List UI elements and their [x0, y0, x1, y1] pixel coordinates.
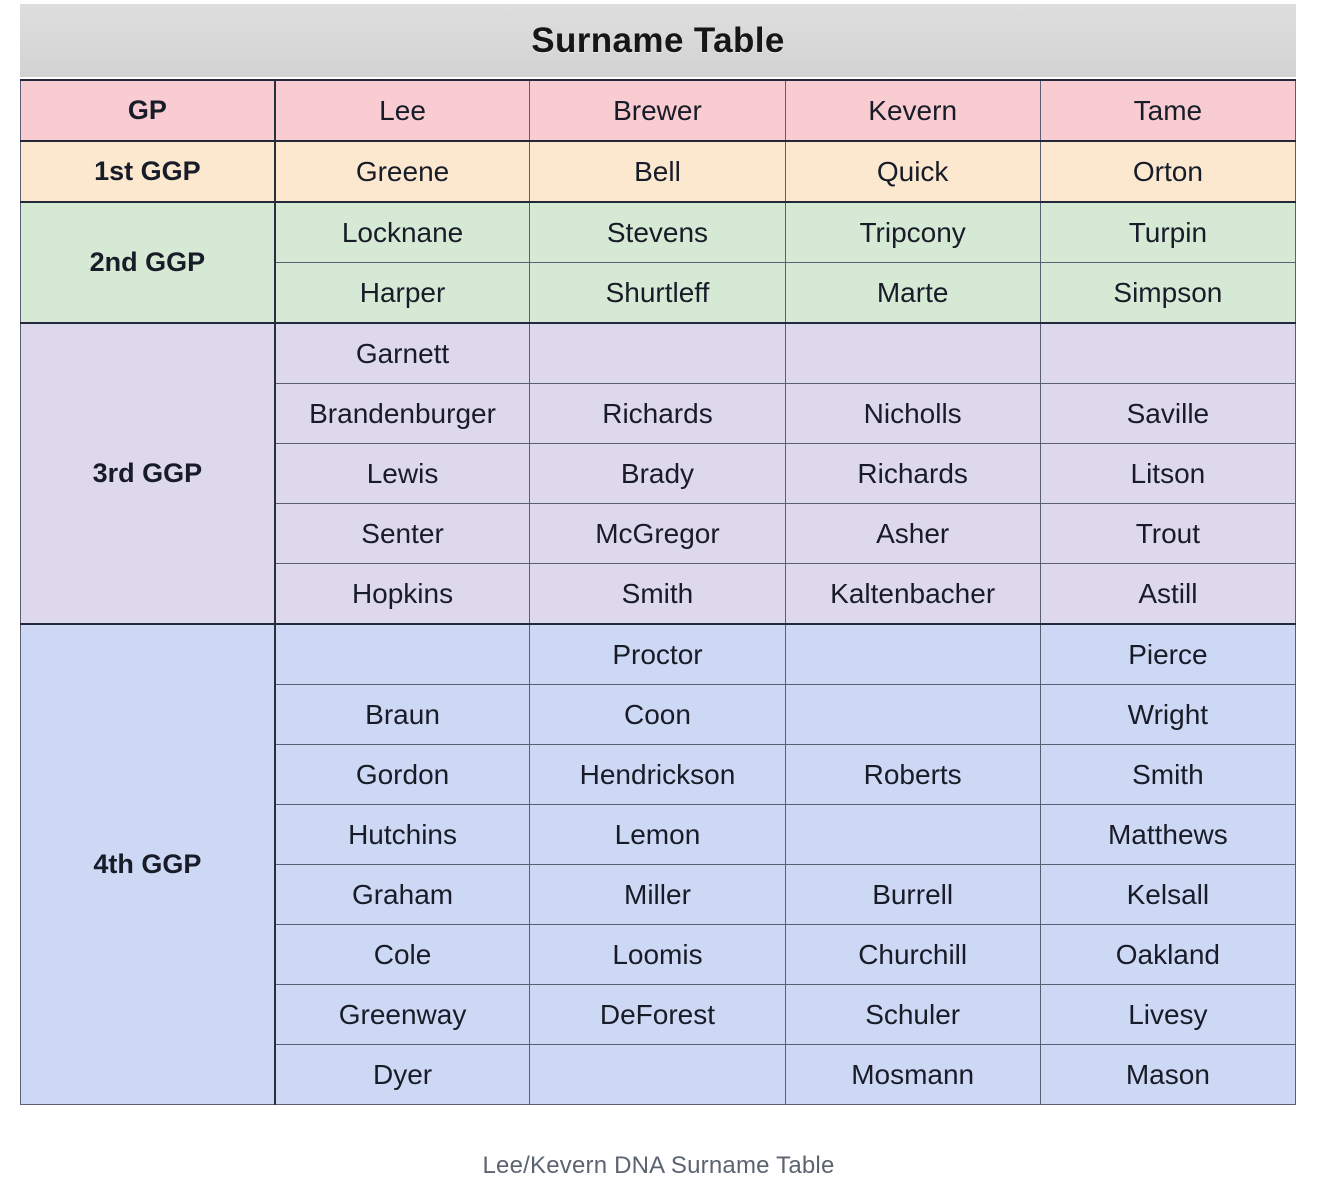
generation-label-gp: GP: [19, 79, 276, 142]
surname-cell: Greenway: [274, 984, 531, 1045]
surname-cell: Smith: [529, 563, 786, 625]
table-row: 3rd GGP Garnett: [19, 322, 1297, 625]
surname-cell: Graham: [274, 864, 531, 925]
surname-cell: Schuler: [784, 984, 1041, 1045]
surname-cell: Burrell: [784, 864, 1041, 925]
surname-cell: McGregor: [529, 503, 786, 564]
surname-cell: Bell: [529, 140, 786, 203]
surname-cell: Cole: [274, 924, 531, 985]
surname-cell: Hutchins: [274, 804, 531, 865]
surname-cell: Proctor: [529, 623, 786, 685]
surname-cell: Turpin: [1039, 201, 1297, 263]
surname-cell: Mosmann: [784, 1044, 1041, 1105]
surname-cell: Miller: [529, 864, 786, 925]
surname-cell: Loomis: [529, 924, 786, 985]
surname-cell-empty: [274, 623, 531, 685]
surname-cell: Quick: [784, 140, 1041, 203]
surname-cell: Matthews: [1039, 804, 1297, 865]
surname-cell: Pierce: [1039, 623, 1297, 685]
surname-cell: Lee: [274, 79, 531, 142]
page-title: Surname Table: [531, 20, 785, 60]
surname-cell: Garnett: [274, 322, 531, 384]
surname-cell: Mason: [1039, 1044, 1297, 1105]
surname-cell: Smith: [1039, 744, 1297, 805]
generation-label-2nd-ggp: 2nd GGP: [19, 201, 276, 324]
table-row: 4th GGP Proctor Pierce: [19, 623, 1297, 1105]
surname-cell: Harper: [274, 262, 531, 324]
surname-table: GP Lee Brewer Kevern Tame 1st GGP Greene Bell Qu…: [19, 79, 1297, 1105]
surname-cell: Kaltenbacher: [784, 563, 1041, 625]
surname-cell: Kevern: [784, 79, 1041, 142]
surname-cell-empty: [1039, 322, 1297, 384]
surname-cell: Litson: [1039, 443, 1297, 504]
surname-cell: Dyer: [274, 1044, 531, 1105]
surname-cell: Brandenburger: [274, 383, 531, 444]
surname-cell: DeForest: [529, 984, 786, 1045]
surname-cell: Churchill: [784, 924, 1041, 985]
surname-cell: Lemon: [529, 804, 786, 865]
surname-cell: Shurtleff: [529, 262, 786, 324]
surname-cell: Brewer: [529, 79, 786, 142]
generation-label-4th-ggp: 4th GGP: [19, 623, 276, 1105]
surname-cell-empty: [784, 804, 1041, 865]
surname-cell: Marte: [784, 262, 1041, 324]
surname-cell: Locknane: [274, 201, 531, 263]
table-row: 2nd GGP Locknane Stevens Tripcony Turpin: [19, 201, 1297, 324]
surname-table-body: GP Lee Brewer Kevern Tame 1st GGP Greene Bell Qu…: [19, 79, 1297, 1105]
surname-cell-empty: [784, 623, 1041, 685]
surname-cell: Saville: [1039, 383, 1297, 444]
surname-cell: Roberts: [784, 744, 1041, 805]
surname-cell: Tame: [1039, 79, 1297, 142]
table-row: 1st GGP Greene Bell Quick Orton: [19, 140, 1297, 203]
generation-label-3rd-ggp: 3rd GGP: [19, 322, 276, 625]
surname-cell: Tripcony: [784, 201, 1041, 263]
surname-cell: Braun: [274, 684, 531, 745]
surname-cell: Richards: [784, 443, 1041, 504]
surname-cell: Stevens: [529, 201, 786, 263]
surname-cell: Coon: [529, 684, 786, 745]
surname-cell: Asher: [784, 503, 1041, 564]
table-row: GP Lee Brewer Kevern Tame: [19, 79, 1297, 142]
surname-cell: Senter: [274, 503, 531, 564]
surname-cell: Orton: [1039, 140, 1297, 203]
surname-cell-empty: [529, 1044, 786, 1105]
surname-cell: Simpson: [1039, 262, 1297, 324]
surname-cell: Brady: [529, 443, 786, 504]
table-title-bar: Surname Table: [20, 4, 1296, 77]
surname-cell-empty: [784, 684, 1041, 745]
surname-cell: Oakland: [1039, 924, 1297, 985]
surname-cell: Nicholls: [784, 383, 1041, 444]
surname-cell: Greene: [274, 140, 531, 203]
surname-cell: Lewis: [274, 443, 531, 504]
surname-cell: Hendrickson: [529, 744, 786, 805]
generation-label-1st-ggp: 1st GGP: [19, 140, 276, 203]
surname-cell: Livesy: [1039, 984, 1297, 1045]
surname-cell: Astill: [1039, 563, 1297, 625]
surname-cell: Gordon: [274, 744, 531, 805]
surname-cell: Kelsall: [1039, 864, 1297, 925]
surname-cell: Trout: [1039, 503, 1297, 564]
surname-cell: Richards: [529, 383, 786, 444]
surname-table-page: Surname Table GP Lee Brewer Kevern Tame 1st G…: [0, 0, 1317, 1198]
surname-cell-empty: [529, 322, 786, 384]
surname-cell: Wright: [1039, 684, 1297, 745]
surname-cell: Hopkins: [274, 563, 531, 625]
figure-caption: Lee/Kevern DNA Surname Table: [482, 1152, 835, 1179]
surname-cell-empty: [784, 322, 1041, 384]
